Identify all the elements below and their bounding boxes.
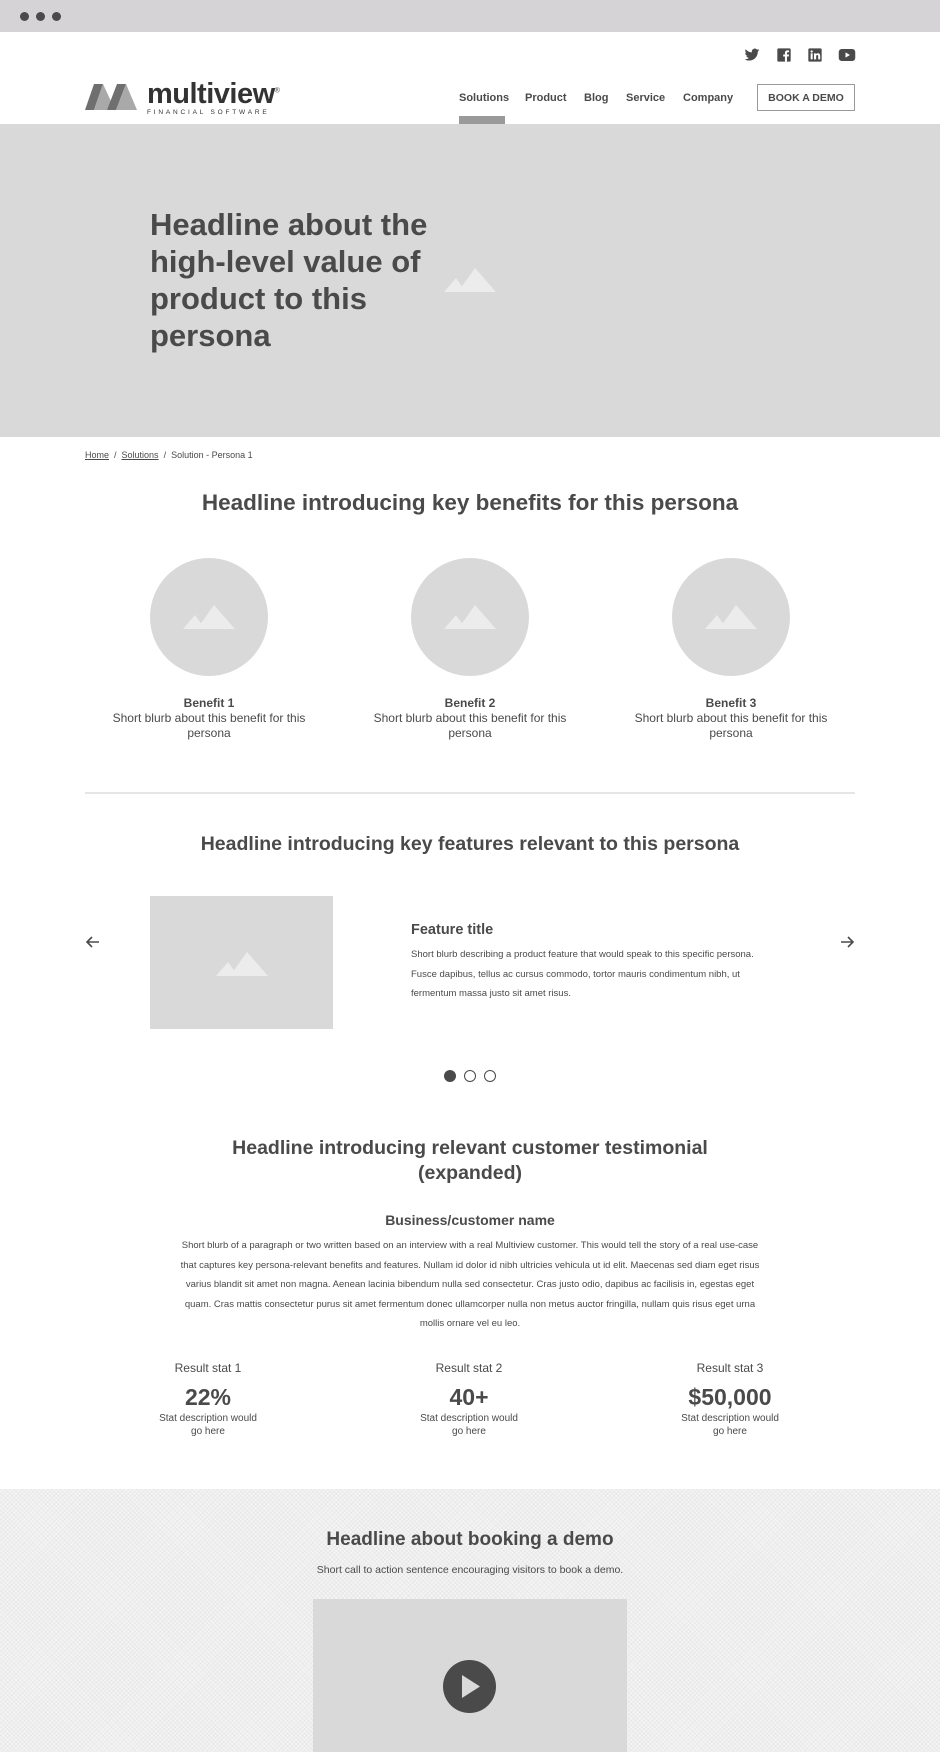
stat-description: Stat description would go here <box>420 1413 518 1437</box>
carousel-dot-1[interactable] <box>444 1070 456 1082</box>
nav-item-company[interactable]: Company <box>683 92 733 104</box>
section-divider <box>85 792 855 794</box>
benefit-text: Short blurb about this benefit for this … <box>112 711 306 740</box>
demo-video[interactable] <box>313 1599 627 1752</box>
stat-label: Result stat 3 <box>696 1361 764 1375</box>
image-placeholder-icon <box>183 605 235 629</box>
hero-section: Headline about the high-level value of p… <box>0 124 940 437</box>
window-minimize-dot[interactable] <box>36 12 45 21</box>
nav-item-service[interactable]: Service <box>626 92 665 104</box>
image-placeholder-icon <box>705 605 757 629</box>
nav-item-blog[interactable]: Blog <box>584 92 608 104</box>
logo-mark-icon <box>85 84 137 110</box>
image-placeholder-icon <box>444 268 496 292</box>
stat-description: Stat description would go here <box>681 1413 779 1437</box>
feature-image <box>150 896 333 1029</box>
window-close-dot[interactable] <box>20 12 29 21</box>
benefit-title: Benefit 1 <box>183 696 235 710</box>
benefits-title: Headline introducing key benefits for th… <box>201 490 739 515</box>
book-demo-button[interactable]: BOOK A DEMO <box>757 84 855 111</box>
arrow-right-icon[interactable] <box>839 934 855 950</box>
benefit-image <box>672 558 790 676</box>
stat-label: Result stat 2 <box>435 1361 503 1375</box>
window-maximize-dot[interactable] <box>52 12 61 21</box>
stat-value: 40+ <box>449 1384 489 1410</box>
demo-cta-section: Headline about booking a demo Short call… <box>0 1489 940 1752</box>
customer-name: Business/customer name <box>385 1212 555 1228</box>
play-button[interactable] <box>443 1660 496 1713</box>
benefit-title: Benefit 2 <box>444 696 496 710</box>
benefit-image <box>150 558 268 676</box>
testimonial-title: Headline introducing relevant customer t… <box>232 1137 708 1184</box>
stat-value: 22% <box>184 1384 232 1410</box>
nav-item-solutions[interactable]: Solutions <box>459 92 509 104</box>
logo-tagline: FINANCIAL SOFTWARE <box>147 109 270 116</box>
breadcrumb-current: Solution - Persona 1 <box>171 450 253 460</box>
logo-wordmark: multiview® <box>147 78 280 110</box>
benefit-text: Short blurb about this benefit for this … <box>373 711 567 740</box>
cta-subtitle: Short call to action sentence encouragin… <box>316 1564 624 1576</box>
benefit-title: Benefit 3 <box>705 696 757 710</box>
nav-item-product[interactable]: Product <box>525 92 567 104</box>
breadcrumb-home-link[interactable]: Home <box>85 450 109 460</box>
facebook-icon[interactable] <box>776 46 792 64</box>
stat-value: $50,000 <box>688 1384 772 1410</box>
arrow-left-icon[interactable] <box>85 934 101 950</box>
benefit-text: Short blurb about this benefit for this … <box>634 711 828 740</box>
breadcrumb-separator: / <box>163 450 167 460</box>
testimonial-text: Short blurb of a paragraph or two writte… <box>180 1240 760 1330</box>
breadcrumb-separator: / <box>114 450 117 460</box>
breadcrumb: Home / Solutions / Solution - Persona 1 <box>85 450 253 460</box>
features-title: Headline introducing key features releva… <box>200 833 740 855</box>
cta-title: Headline about booking a demo <box>326 1529 614 1550</box>
image-placeholder-icon <box>444 605 496 629</box>
hero-title: Headline about the high-level value of p… <box>150 207 428 353</box>
image-placeholder-icon <box>216 952 268 976</box>
feature-text: Short blurb describing a product feature… <box>411 949 754 999</box>
stat-label: Result stat 1 <box>174 1361 242 1375</box>
feature-title: Feature title <box>411 922 494 938</box>
carousel-dot-2[interactable] <box>464 1070 476 1082</box>
nav-active-indicator <box>459 116 505 124</box>
stat-description: Stat description would go here <box>159 1413 257 1437</box>
linkedin-icon[interactable] <box>807 46 823 64</box>
youtube-icon[interactable] <box>838 46 856 64</box>
breadcrumb-solutions-link[interactable]: Solutions <box>122 450 159 460</box>
carousel-dot-3[interactable] <box>484 1070 496 1082</box>
twitter-icon[interactable] <box>744 46 760 64</box>
logo[interactable]: multiview® FINANCIAL SOFTWARE <box>85 78 280 116</box>
play-icon <box>462 1675 480 1698</box>
benefit-image <box>411 558 529 676</box>
browser-chrome <box>0 0 940 32</box>
